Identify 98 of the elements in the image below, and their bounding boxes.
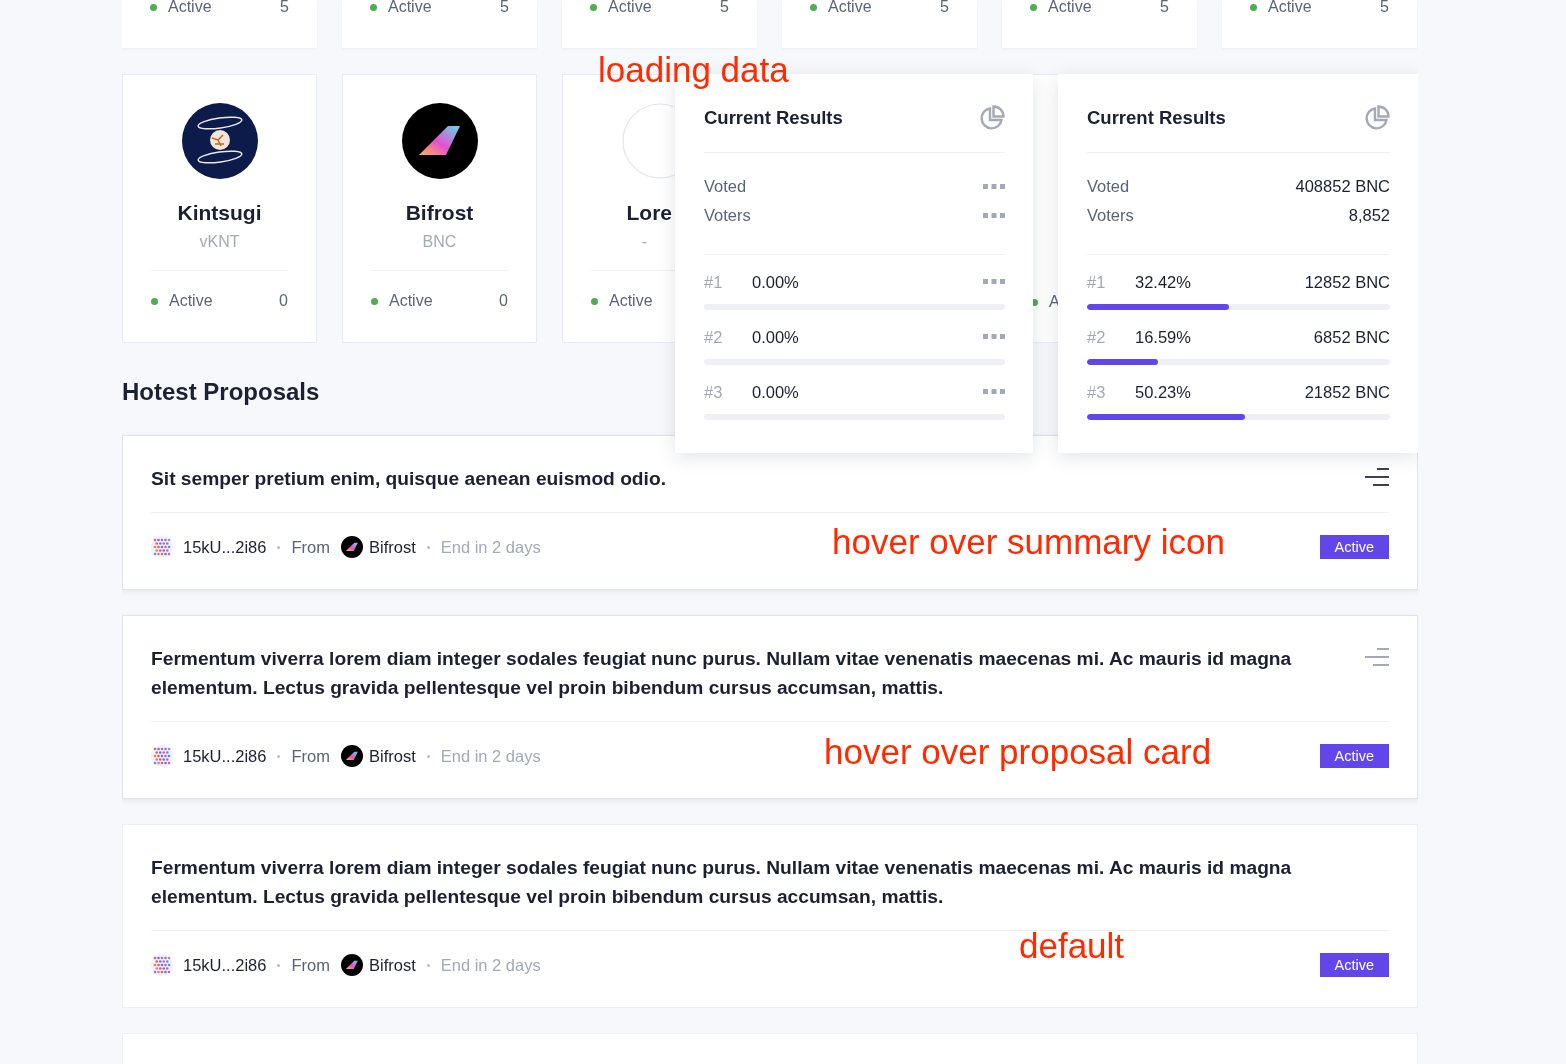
status-badge: Active [1319,744,1389,768]
pie-chart-icon[interactable] [979,105,1005,131]
option-percent: 0.00% [752,382,800,402]
proposal-count: 0 [499,292,508,310]
option-rank: #1 [1087,272,1107,292]
proposal-card[interactable]: Sit semper pretium enim, quisque aenean euismod odio. 15kU...2i86 From Bifrost End in 2 days hover over summary icon Active [122,435,1418,590]
proposal-count: 5 [280,0,289,16]
status-label: Active [169,292,214,310]
from-label: From [291,955,330,975]
status-label: Active [609,292,654,310]
option-percent: 50.23% [1135,382,1192,402]
option-rank: #3 [704,382,724,402]
status-label: Active [389,292,434,310]
popover-title: Current Results [1087,107,1226,129]
status-dot [810,3,817,11]
option-rank: #2 [1087,327,1107,347]
option-percent: 16.59% [1135,327,1192,347]
space-symbol: BNC [422,233,457,251]
loading-dots-icon [983,279,1005,285]
status-dot [591,297,598,305]
space-symbol: - [641,233,647,251]
status-badge: Active [1319,535,1389,559]
option-rank: #3 [1087,382,1107,402]
proposal-title: Fermentum viverra lorem diam integer sodales feugiat nunc purus. Nullam vitae venenatis maecenas mi. Ac mauris id magna elementum. Lectus gravida pellentesque vel proin bibendum cursus accumsan, mattis. [151,856,1293,909]
space-card[interactable]: Active 5 [782,0,977,48]
status-label: Active [828,0,873,16]
proposal-card[interactable] [122,824,1418,1008]
identicon-icon [151,536,173,558]
status-dot [590,3,597,11]
space-name: Lore [626,201,672,225]
loading-dots-icon [983,212,1005,219]
space-logo [340,745,363,767]
stat-value: 408852 BNC [1295,177,1390,196]
proposal-count: 5 [720,0,729,16]
annotation: hover over proposal card [824,732,1212,772]
status-label: Active [1048,0,1093,16]
status-dot [1250,3,1257,11]
proposal-count: 5 [1380,0,1389,16]
author-address[interactable]: 15kU...2i86 [183,955,267,975]
loading-dots-icon [983,389,1005,395]
space-card[interactable]: Active 5 [1002,0,1197,48]
stat-label: Voted [704,177,747,196]
status-label: Active [168,0,213,16]
stat-label: Voted [1087,177,1130,196]
space-logo [340,536,363,558]
space-card[interactable]: Active 5 [562,0,757,48]
status-dot [150,3,157,11]
status-dot [1030,3,1037,11]
annotation: hover over summary icon [832,522,1225,562]
space-card[interactable]: Active 5 [342,0,537,48]
pie-chart-icon[interactable] [1364,105,1390,131]
option-rank: #1 [704,272,724,292]
proposal-card[interactable] [122,615,1418,799]
proposal-title: Sit semper pretium enim, quisque aenean euismod odio. [151,467,667,491]
space-link[interactable]: Bifrost [368,537,416,557]
status-dot [371,297,378,305]
proposal-count: 5 [1160,0,1169,16]
from-label: From [291,746,330,766]
end-time: End in 2 days [440,537,541,557]
space-symbol: vKNT [199,233,240,251]
from-label: From [291,537,330,557]
section-title: Hotest Proposals [122,378,320,406]
proposal-count: 5 [940,0,949,16]
space-card[interactable]: Bifrost BNC Active 0 [342,74,537,343]
annotation: default [1019,926,1125,966]
stat-label: Voters [1087,206,1134,225]
stat-value: 8,852 [1348,206,1390,225]
identicon-icon [151,954,173,976]
status-label: Active [1268,0,1313,16]
space-logo [340,954,363,976]
space-name: Kintsugi [177,201,262,225]
space-name: Bifrost [405,201,474,225]
option-amount: 6852 BNC [1313,327,1390,347]
identicon-icon [151,745,173,767]
author-address[interactable]: 15kU...2i86 [183,537,267,557]
space-link[interactable]: Bifrost [368,955,416,975]
status-label: Active [608,0,653,16]
option-amount: 12852 BNC [1304,272,1390,292]
summary-icon[interactable] [1365,468,1389,486]
author-address[interactable]: 15kU...2i86 [183,746,267,766]
space-link[interactable]: Bifrost [368,746,416,766]
proposal-count: 0 [279,292,288,310]
space-card[interactable]: Kintsugi vKNT Active 0 [122,74,317,343]
loading-dots-icon [983,334,1005,340]
end-time: End in 2 days [440,955,541,975]
status-badge: Active [1319,953,1389,977]
status-dot [370,3,377,11]
stat-label: Voters [704,206,751,225]
space-card[interactable]: Active 5 [122,0,317,48]
space-card[interactable]: Active 5 [1222,0,1417,48]
option-percent: 32.42% [1135,272,1192,292]
option-amount: 21852 BNC [1304,382,1390,402]
proposal-title: Fermentum viverra lorem diam integer sodales feugiat nunc purus. Nullam vitae venenatis maecenas mi. Ac mauris id magna elementum. Lectus gravida pellentesque vel proin bibendum cursus accumsan, mattis. [151,647,1293,700]
status-label: Active [388,0,433,16]
proposal-count: 5 [500,0,509,16]
status-dot [151,297,158,305]
loading-dots-icon [983,183,1005,190]
end-time: End in 2 days [440,746,541,766]
